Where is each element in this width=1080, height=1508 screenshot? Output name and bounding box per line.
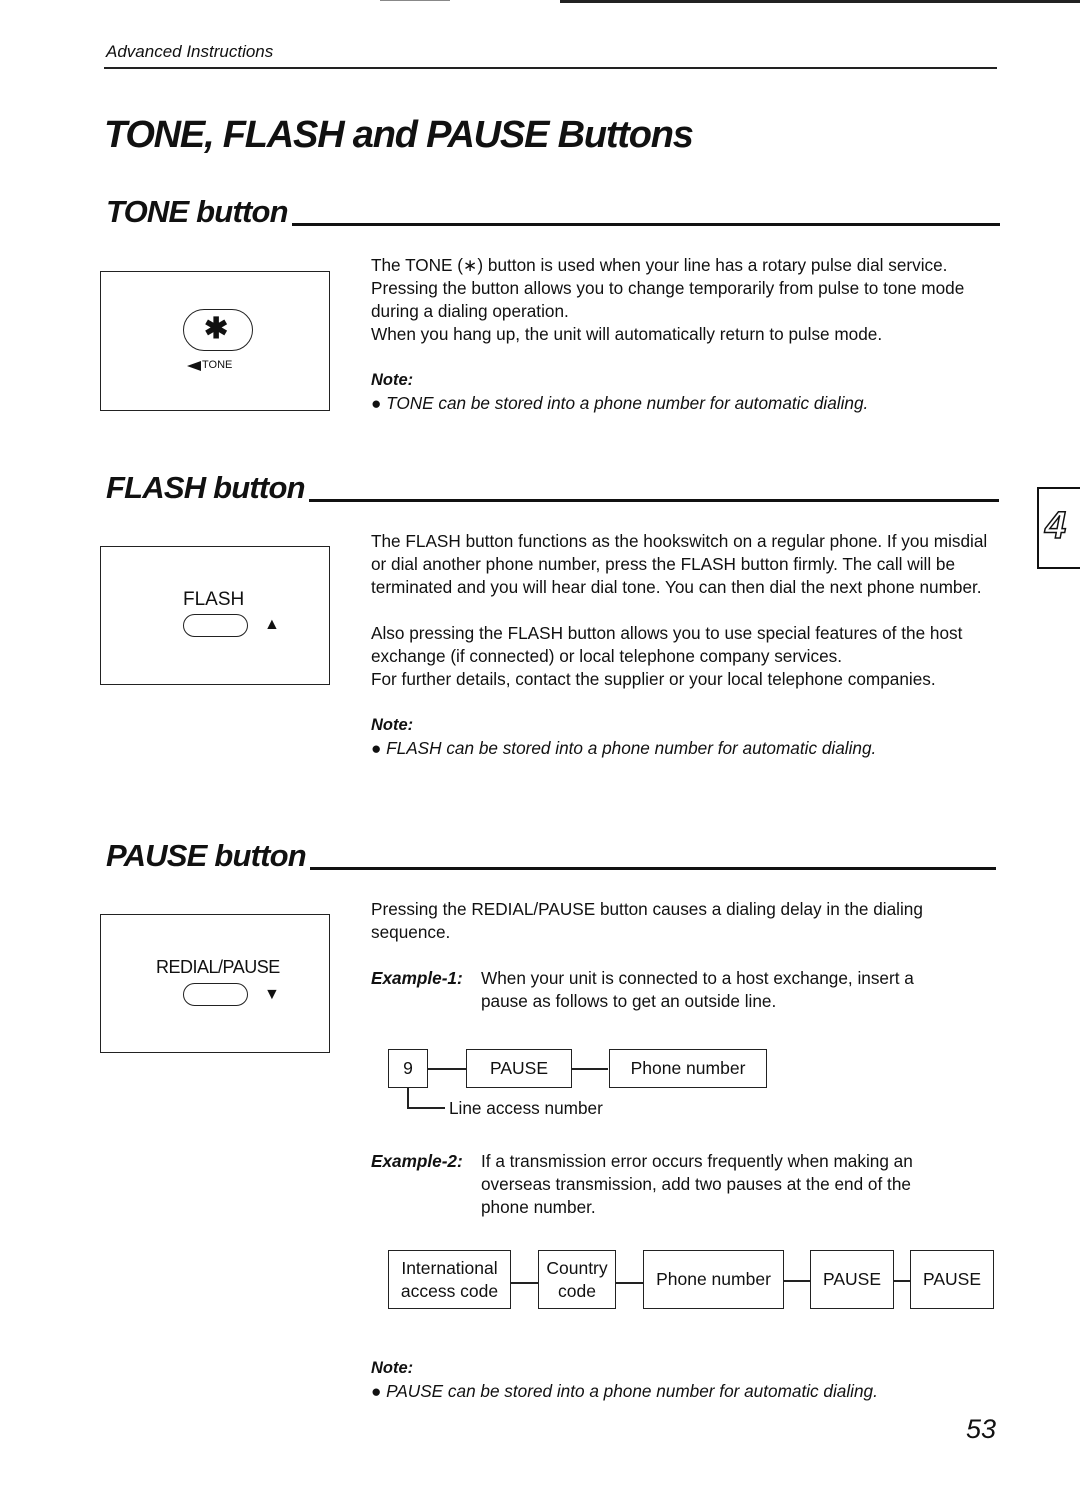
flash-paragraph: Also pressing the FLASH button allows yo… bbox=[371, 623, 963, 666]
note-item: ● PAUSE can be stored into a phone numbe… bbox=[371, 1381, 878, 1401]
page-top-edge-rule bbox=[560, 0, 1080, 3]
flow-box-phone-number: Phone number bbox=[643, 1250, 784, 1309]
section-heading-text: PAUSE button bbox=[106, 838, 307, 873]
redial-pause-key-oval bbox=[183, 983, 248, 1006]
flow-box-line: PAUSE bbox=[922, 1269, 982, 1289]
flow-box-pause: PAUSE bbox=[910, 1250, 994, 1309]
note-label: Note: bbox=[371, 716, 414, 734]
callout-line bbox=[407, 1107, 445, 1109]
section-heading-rule bbox=[309, 867, 996, 870]
pause-description: Pressing the REDIAL/PAUSE button causes … bbox=[371, 898, 1001, 944]
callout-text: Line access number bbox=[449, 1098, 603, 1118]
left-arrow-icon bbox=[187, 361, 201, 371]
example-1-label: Example-1: bbox=[371, 968, 463, 988]
pause-paragraph: Pressing the REDIAL/PAUSE button causes … bbox=[371, 899, 923, 942]
running-head: Advanced Instructions bbox=[106, 42, 274, 61]
asterisk-icon: ✱ bbox=[204, 313, 229, 345]
up-arrow-icon: ▲ bbox=[264, 616, 280, 633]
flow-box-line: access code bbox=[400, 1280, 499, 1301]
flow-box-pause: PAUSE bbox=[810, 1250, 894, 1309]
connector bbox=[894, 1280, 910, 1282]
tone-key-caption: TONE bbox=[202, 359, 233, 371]
flow-box-line: International bbox=[401, 1257, 498, 1278]
flow-box-phone-number: Phone number bbox=[609, 1049, 767, 1088]
flash-key-oval bbox=[183, 614, 248, 637]
note-item: ● FLASH can be stored into a phone numbe… bbox=[371, 738, 877, 758]
page-top-edge-rule-fragment bbox=[380, 0, 450, 1]
tone-description: The TONE (∗) button is used when your li… bbox=[371, 254, 1001, 415]
flow-box-country-code: Country code bbox=[538, 1250, 616, 1309]
flow-box-line: PAUSE bbox=[822, 1269, 882, 1289]
note-label: Note: bbox=[371, 371, 414, 389]
chapter-tab: 4 bbox=[1037, 487, 1080, 569]
flash-description: The FLASH button functions as the hooksw… bbox=[371, 530, 1001, 760]
flash-key-label: FLASH bbox=[183, 589, 245, 610]
section-heading-pause: PAUSE button bbox=[106, 838, 996, 874]
connector bbox=[572, 1068, 608, 1070]
section-heading-rule bbox=[308, 499, 999, 502]
section-heading-text: FLASH button bbox=[106, 470, 306, 505]
redial-pause-key-illustration: REDIAL/PAUSE ▼ bbox=[100, 914, 330, 1053]
down-arrow-icon: ▼ bbox=[264, 986, 280, 1003]
tone-paragraph: When you hang up, the unit will automati… bbox=[371, 324, 883, 344]
page-title: TONE, FLASH and PAUSE Buttons bbox=[104, 114, 694, 156]
tone-key-illustration: ✱ TONE bbox=[100, 271, 330, 411]
flash-paragraph: The FLASH button functions as the hooksw… bbox=[371, 531, 988, 597]
example-2: Example-2: If a transmission error occur… bbox=[371, 1150, 1001, 1219]
note-item: ● TONE can be stored into a phone number… bbox=[371, 393, 869, 413]
connector bbox=[784, 1280, 810, 1282]
example-1-text: When your unit is connected to a host ex… bbox=[481, 968, 914, 1011]
section-heading-flash: FLASH button bbox=[106, 470, 999, 506]
page-number: 53 bbox=[965, 1414, 996, 1444]
tone-paragraph: The TONE (∗) button is used when your li… bbox=[371, 255, 965, 321]
callout-line bbox=[407, 1088, 409, 1108]
flow-box-pause: PAUSE bbox=[466, 1049, 572, 1088]
redial-pause-key-label: REDIAL/PAUSE bbox=[156, 957, 280, 977]
chapter-number: 4 bbox=[1044, 504, 1067, 548]
flash-key-illustration: FLASH ▲ bbox=[100, 546, 330, 685]
example-1: Example-1: When your unit is connected t… bbox=[371, 967, 1001, 1013]
flow-box-line: code bbox=[558, 1280, 596, 1301]
flow-box-line: Country bbox=[546, 1257, 608, 1278]
flow-box-line: Phone number bbox=[656, 1269, 771, 1289]
pause-note: Note: ● PAUSE can be stored into a phone… bbox=[371, 1357, 1001, 1403]
flash-paragraph: For further details, contact the supplie… bbox=[371, 669, 936, 689]
section-heading-tone: TONE button bbox=[106, 194, 1000, 230]
note-label: Note: bbox=[371, 1359, 414, 1377]
example-2-text: If a transmission error occurs frequentl… bbox=[481, 1151, 913, 1217]
connector bbox=[511, 1282, 538, 1284]
example-2-label: Example-2: bbox=[371, 1151, 463, 1171]
section-heading-text: TONE button bbox=[106, 194, 289, 229]
flow-box-line-access: 9 bbox=[388, 1049, 428, 1088]
running-head-rule bbox=[104, 67, 997, 69]
connector bbox=[428, 1068, 466, 1070]
connector bbox=[616, 1282, 643, 1284]
section-heading-rule bbox=[291, 223, 1000, 226]
flow-box-international-access-code: International access code bbox=[388, 1250, 511, 1309]
